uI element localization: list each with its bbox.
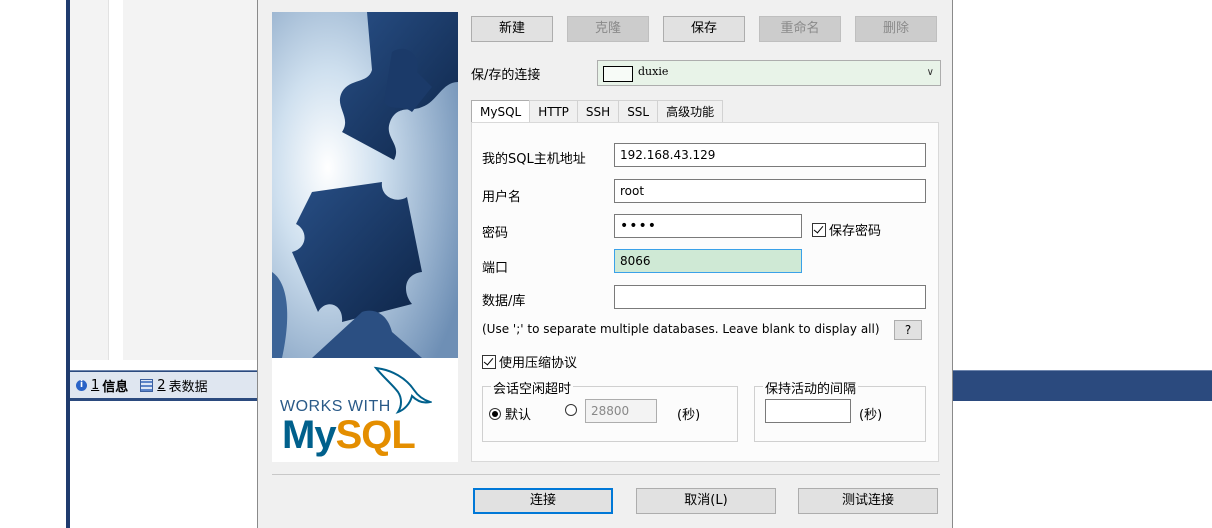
clone-button[interactable]: 克隆 [567, 16, 649, 42]
tab-http[interactable]: HTTP [529, 100, 578, 122]
checkbox-checked-icon [482, 354, 496, 369]
tab-table-data[interactable]: 2 表数据 [134, 376, 213, 395]
keepalive-input[interactable] [765, 399, 851, 423]
help-button[interactable]: ? [894, 320, 922, 340]
app-side-panel [70, 0, 260, 360]
session-timeout-group: 会话空闲超时 默认 28800 (秒) [482, 378, 738, 442]
database-input[interactable] [614, 285, 926, 309]
password-input[interactable]: •••• [614, 214, 802, 238]
tab-ssl[interactable]: SSL [618, 100, 659, 122]
saved-connection-value: duxie [638, 65, 669, 78]
database-label: 数据/库 [482, 294, 526, 309]
username-input[interactable]: root [614, 179, 926, 203]
puzzle-image [272, 12, 458, 358]
rename-button[interactable]: 重命名 [759, 16, 841, 42]
save-password-label: 保存密码 [829, 224, 882, 239]
cancel-button[interactable]: 取消(L) [636, 488, 776, 514]
radio-selected-icon [489, 407, 501, 420]
app-result-tabs: i 1 信息 2 表数据 [70, 372, 260, 398]
save-button[interactable]: 保存 [663, 16, 745, 42]
session-timeout-title: 会话空闲超时 [491, 378, 574, 397]
host-label: 我的SQL主机地址 [482, 152, 586, 167]
table-icon [140, 378, 154, 392]
connection-color-swatch [603, 66, 633, 82]
works-with-mysql-logo: WORKS WITH MySQL [272, 358, 458, 462]
delete-button[interactable]: 删除 [855, 16, 937, 42]
keepalive-group: 保持活动的间隔 (秒) [754, 378, 926, 442]
tab-mysql[interactable]: MySQL [471, 100, 531, 124]
connection-tabs: MySQL HTTP SSH SSL 高级功能 [471, 100, 724, 124]
chevron-down-icon: ∨ [926, 67, 934, 78]
saved-connection-label: 保/存的连接 [471, 68, 541, 83]
keepalive-title: 保持活动的间隔 [763, 378, 859, 397]
database-hint: (Use ';' to separate multiple databases.… [482, 322, 880, 336]
host-input[interactable]: 192.168.43.129 [614, 143, 926, 167]
compression-checkbox[interactable]: 使用压缩协议 [482, 352, 577, 371]
password-label: 密码 [482, 226, 509, 241]
port-input[interactable]: 8066 [614, 249, 802, 273]
tab-table-data-label: 表数据 [168, 379, 208, 395]
footer-divider [272, 474, 940, 475]
tab-advanced[interactable]: 高级功能 [657, 100, 724, 122]
connect-button[interactable]: 连接 [473, 488, 613, 514]
new-button[interactable]: 新建 [471, 16, 553, 42]
tab-info-number: 1 [91, 377, 100, 393]
mysql-logo-text: MySQL [282, 413, 416, 457]
keepalive-unit: (秒) [859, 408, 883, 423]
connection-dialog: WORKS WITH MySQL 新建 克隆 保存 重命名 删除 保/存的连接 … [257, 0, 953, 528]
tab-table-data-number: 2 [157, 377, 166, 393]
timeout-custom-radio[interactable] [565, 404, 581, 416]
tab-info-label: 信息 [102, 379, 129, 395]
save-password-checkbox[interactable]: 保存密码 [812, 220, 881, 239]
tab-ssh[interactable]: SSH [576, 100, 620, 122]
timeout-default-radio[interactable]: 默认 [489, 404, 531, 423]
radio-unselected-icon [565, 404, 577, 416]
timeout-custom-input[interactable]: 28800 [585, 399, 657, 423]
test-connection-button[interactable]: 测试连接 [798, 488, 938, 514]
port-label: 端口 [482, 261, 509, 276]
username-label: 用户名 [482, 190, 522, 205]
timeout-default-label: 默认 [505, 408, 532, 423]
info-icon: i [76, 379, 87, 391]
tab-info[interactable]: i 1 信息 [70, 376, 134, 395]
checkbox-checked-icon [812, 222, 826, 237]
timeout-unit: (秒) [677, 408, 701, 423]
saved-connection-select[interactable]: duxie ∨ [597, 60, 941, 86]
compression-label: 使用压缩协议 [499, 356, 578, 371]
